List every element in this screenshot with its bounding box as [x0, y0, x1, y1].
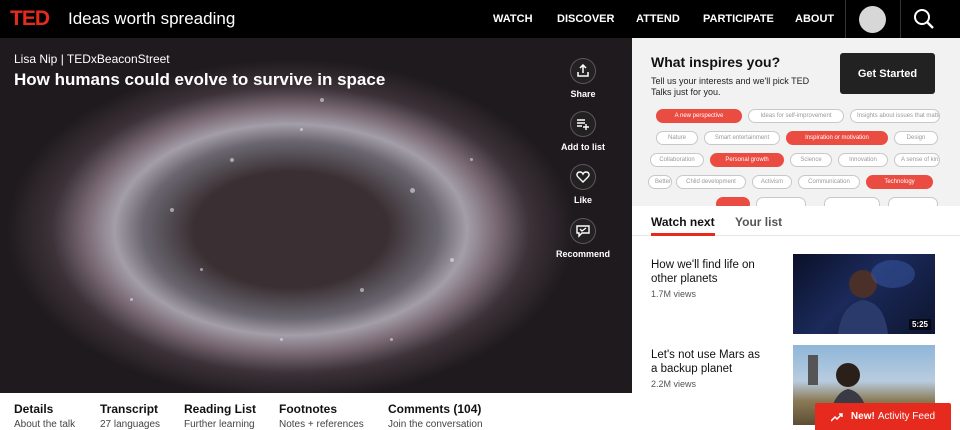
- tab-footnotes[interactable]: Footnotes Notes + references: [279, 402, 364, 430]
- video-speaker[interactable]: Lisa Nip | TEDxBeaconStreet: [14, 52, 170, 66]
- nav-participate[interactable]: PARTICIPATE: [703, 13, 774, 25]
- share-button[interactable]: Share: [543, 58, 623, 99]
- interest-pill[interactable]: Communication: [798, 175, 860, 189]
- watch-tabs: Watch next Your list: [632, 206, 960, 236]
- related-talk[interactable]: Let's not use Mars as a backup planet 2.…: [651, 348, 769, 389]
- interest-pill[interactable]: A sense of kinship: [894, 153, 940, 167]
- get-started-button[interactable]: Get Started: [840, 53, 935, 94]
- add-to-list-label: Add to list: [561, 142, 605, 152]
- recommend-label: Recommend: [555, 249, 610, 259]
- talk-title: Let's not use Mars as a backup planet: [651, 349, 760, 375]
- talk-views: 2.2M views: [651, 379, 697, 389]
- like-label: Like: [573, 195, 592, 205]
- share-icon: [570, 58, 596, 84]
- interest-pill[interactable]: Child development: [676, 175, 746, 189]
- talk-tabs: Details About the talk Transcript 27 lan…: [0, 393, 632, 430]
- interest-pill[interactable]: Insights about issues that matter: [850, 109, 940, 123]
- top-navigation-bar: TED Ideas worth spreading WATCH DISCOVER…: [0, 0, 960, 38]
- add-to-list-icon: [570, 111, 596, 137]
- talk-duration: 5:25: [908, 319, 931, 330]
- recommend-button[interactable]: Recommend: [543, 218, 623, 259]
- tab-reading-list[interactable]: Reading List Further learning: [184, 402, 256, 430]
- nav-attend[interactable]: ATTEND: [636, 13, 680, 25]
- active-tab-underline: [651, 233, 715, 236]
- related-talk[interactable]: How we'll find life on other planets 1.7…: [651, 258, 769, 299]
- tab-subtitle: Further learning: [184, 419, 255, 430]
- talk-title: How we'll find life on other planets: [651, 259, 755, 285]
- interest-pill[interactable]: [824, 197, 880, 206]
- like-button[interactable]: Like: [543, 164, 623, 205]
- interest-pill[interactable]: Innovation: [838, 153, 888, 167]
- user-avatar[interactable]: [859, 6, 886, 33]
- interest-pill[interactable]: A new perspective: [656, 109, 742, 123]
- talk-views: 1.7M views: [651, 289, 697, 299]
- interest-pill[interactable]: Science: [790, 153, 832, 167]
- tab-subtitle: About the talk: [14, 419, 76, 430]
- interest-pill[interactable]: Activism: [752, 175, 792, 189]
- heart-icon: [570, 164, 596, 190]
- tab-your-list[interactable]: Your list: [735, 215, 782, 229]
- nav-about[interactable]: ABOUT: [795, 13, 834, 25]
- divider: [900, 0, 901, 38]
- tab-title: Transcript: [100, 402, 159, 416]
- add-to-list-button[interactable]: Add to list: [543, 111, 623, 152]
- tab-subtitle: Join the conversation: [388, 419, 483, 430]
- tab-subtitle: 27 languages: [100, 419, 161, 430]
- tagline: Ideas worth spreading: [68, 9, 236, 28]
- tab-title: Comments (104): [388, 402, 482, 416]
- tab-title: Footnotes: [279, 402, 337, 416]
- feed-label: Activity Feed: [877, 411, 936, 422]
- interest-pill[interactable]: Inspiration or motivation: [786, 131, 888, 145]
- interest-pill[interactable]: [756, 197, 806, 206]
- sidebar: What inspires you? Tell us your interest…: [632, 38, 960, 430]
- tab-title: Details: [14, 402, 54, 416]
- nav-watch[interactable]: WATCH: [493, 13, 533, 25]
- share-label: Share: [570, 89, 596, 99]
- interest-pill[interactable]: [716, 197, 750, 206]
- activity-feed-button[interactable]: New! Activity Feed: [815, 403, 951, 430]
- inspire-title: What inspires you?: [651, 54, 781, 70]
- interest-pill[interactable]: Personal growth: [710, 153, 784, 167]
- inspire-subtitle: Tell us your interests and we'll pick TE…: [651, 76, 810, 97]
- tab-subtitle: Notes + references: [279, 419, 364, 430]
- interest-pill[interactable]: Ideas for self-improvement: [748, 109, 844, 123]
- talk-thumbnail[interactable]: 5:25: [793, 254, 935, 334]
- search-icon[interactable]: [913, 8, 935, 30]
- nav-discover[interactable]: DISCOVER: [557, 13, 614, 25]
- tab-comments[interactable]: Comments (104) Join the conversation: [388, 402, 483, 430]
- feed-new-label: New!: [850, 411, 875, 422]
- tab-transcript[interactable]: Transcript 27 languages: [100, 402, 160, 430]
- inspire-panel: What inspires you? Tell us your interest…: [632, 38, 960, 206]
- interest-pill[interactable]: Collaboration: [650, 153, 704, 167]
- tab-watch-next[interactable]: Watch next: [651, 215, 715, 229]
- recommend-icon: [570, 218, 596, 244]
- video-player[interactable]: Lisa Nip | TEDxBeaconStreet How humans c…: [0, 38, 632, 393]
- divider: [845, 0, 846, 38]
- interest-pill[interactable]: Technology: [866, 175, 933, 189]
- interest-pill[interactable]: Smart entertainment: [704, 131, 780, 145]
- interest-pill[interactable]: [888, 197, 938, 206]
- interest-pill[interactable]: Nature: [656, 131, 698, 145]
- interest-pill[interactable]: Better: [648, 175, 672, 189]
- tab-details[interactable]: Details About the talk: [14, 402, 75, 430]
- tab-title: Reading List: [184, 402, 257, 416]
- video-title: How humans could evolve to survive in sp…: [14, 70, 386, 89]
- trend-icon: [830, 412, 843, 422]
- ted-logo[interactable]: TED: [10, 7, 50, 31]
- interest-pill[interactable]: Design: [894, 131, 938, 145]
